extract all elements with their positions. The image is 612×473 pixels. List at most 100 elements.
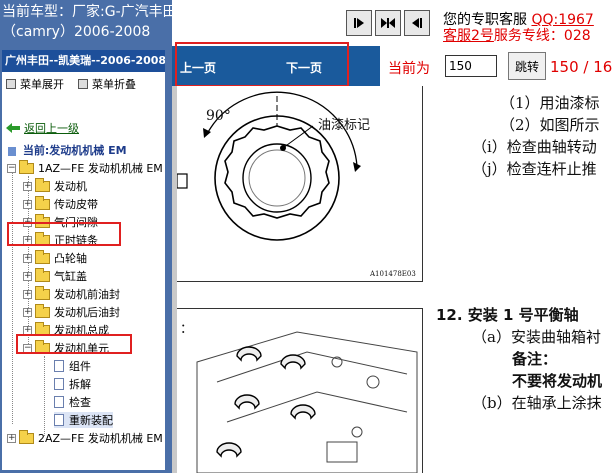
monitor-icon	[8, 146, 16, 156]
tree-subitem-inspection[interactable]: 检查	[54, 394, 91, 410]
sub-a-text: （a）安装曲轴箱衬	[472, 328, 601, 346]
folder-icon	[35, 195, 50, 210]
tree-root-2az[interactable]: + 2AZ—FE 发动机机械 EM	[7, 429, 163, 446]
tree-label: 重新装配	[69, 414, 113, 427]
document-icon	[54, 378, 64, 390]
split-arrows-icon	[381, 18, 395, 28]
customer-service-info: 您的专职客服 QQ:1967 客服2号服务专线：028	[443, 12, 594, 44]
tree-label: 1AZ—FE 发动机机械 EM	[38, 162, 163, 175]
folder-icon	[19, 429, 34, 444]
collapse-label: 菜单折叠	[92, 78, 136, 91]
car-title-line2: （camry）2006-2008	[2, 24, 151, 40]
tree-item-camshaft[interactable]: + 凸轮轴	[23, 249, 87, 266]
tree-label: 发动机	[54, 180, 87, 193]
tree-label: 传动皮带	[54, 198, 98, 211]
highlight-timing-chain	[7, 222, 121, 246]
page-number-input[interactable]	[445, 55, 497, 77]
play-right-icon	[354, 18, 364, 28]
tree-subitem-disassembly[interactable]: 拆解	[54, 376, 91, 392]
page-jump-panel: 当前为 跳转 150 / 162	[380, 46, 612, 86]
sub-b-text: （b）在轴承上涂抹	[472, 394, 602, 412]
back-button[interactable]	[404, 10, 430, 36]
figure-code: A101478E03	[370, 270, 416, 278]
section-title: 12. 安装 1 号平衡轴	[436, 306, 579, 324]
tree-label: 组件	[69, 360, 91, 373]
tree-item-cylinder-head[interactable]: + 气缸盖	[23, 267, 87, 284]
expand-toggle-icon[interactable]: +	[7, 433, 16, 443]
document-icon	[54, 414, 64, 426]
collapse-menu-button[interactable]: 菜单折叠	[78, 76, 136, 92]
service-hotline: 服务专线：028	[493, 28, 591, 44]
expand-toggle-icon[interactable]: +	[23, 199, 32, 209]
tree-label: 凸轮轴	[54, 252, 87, 265]
current-label: 当前:发动机机械 EM	[22, 144, 127, 157]
menu-actions: 菜单展开 菜单折叠	[2, 72, 165, 96]
back-up-label: 返回上一级	[24, 122, 79, 135]
menu-icon	[78, 79, 88, 89]
jump-button[interactable]: 跳转	[508, 52, 546, 80]
sidebar-panel: 广州丰田--凯美瑞--2006-2008 菜单展开 菜单折叠 返回上一级 当前:…	[2, 50, 165, 470]
viewer-left-border	[172, 86, 177, 473]
sidebar: 广州丰田--凯美瑞--2006-2008 菜单展开 菜单折叠 返回上一级 当前:…	[0, 46, 172, 473]
note-label: 备注：	[512, 350, 558, 368]
tree-label: 2AZ—FE 发动机机械 EM	[38, 432, 163, 445]
service-qq-link[interactable]: QQ:1967	[531, 12, 593, 28]
tree-subitem-components[interactable]: 组件	[54, 358, 91, 374]
tree-label: 发动机后油封	[54, 306, 120, 319]
expand-toggle-icon[interactable]: +	[23, 181, 32, 191]
folder-icon	[35, 177, 50, 192]
folder-icon	[35, 285, 50, 300]
tree-label: 发动机前油封	[54, 288, 120, 301]
navigation-buttons	[346, 10, 430, 36]
play-left-icon	[412, 18, 422, 28]
tree-label: 检查	[69, 396, 91, 409]
warning-text: 不要将发动机	[512, 372, 603, 390]
green-arrow-left-icon	[6, 123, 20, 133]
highlight-engine-unit	[16, 334, 132, 354]
paint-mark-label: 油漆标记	[318, 118, 371, 133]
step-1-text: （1）用油漆标	[500, 94, 600, 112]
tree-label: 气缸盖	[54, 270, 87, 283]
folder-icon	[35, 303, 50, 318]
collapse-toggle-icon[interactable]: −	[7, 163, 16, 173]
tree-guide-line	[44, 356, 45, 436]
sidebar-title: 广州丰田--凯美瑞--2006-2008	[2, 50, 165, 72]
document-icon	[54, 396, 64, 408]
highlight-page-nav	[175, 42, 349, 87]
service2-link[interactable]: 客服2号	[443, 28, 494, 44]
app-header: 当前车型：厂家:G-广汽丰田凯美瑞 （camry）2006-2008 您的专职客…	[0, 0, 612, 46]
crankcase-bearings-diagram	[196, 331, 418, 473]
page-count: 150 / 162	[550, 58, 612, 76]
tree-guide-line	[12, 168, 13, 424]
expand-toggle-icon[interactable]: +	[23, 271, 32, 281]
folder-icon	[35, 249, 50, 264]
car-title-line1: 当前车型：厂家:G-广汽丰田凯美瑞	[2, 4, 172, 20]
tree-subitem-reassembly[interactable]: 重新装配	[54, 412, 113, 428]
expand-toggle-icon[interactable]: +	[23, 289, 32, 299]
folder-icon	[35, 267, 50, 282]
tree-item-front-oil-seal[interactable]: + 发动机前油封	[23, 285, 120, 302]
expand-toggle-icon[interactable]: +	[23, 307, 32, 317]
step-2-text: （2）如图所示	[500, 116, 600, 134]
back-up-link[interactable]: 返回上一级	[6, 120, 79, 136]
folder-icon	[19, 159, 34, 174]
expand-label: 菜单展开	[20, 78, 64, 91]
step-j-text: （j）检查连杆止推	[472, 160, 597, 178]
split-view-button[interactable]	[375, 10, 401, 36]
step-i-text: （i）检查曲轴转动	[472, 138, 597, 156]
expand-toggle-icon[interactable]: +	[23, 253, 32, 263]
angle-label: 90°	[206, 108, 231, 124]
document-icon	[54, 360, 64, 372]
car-model-title: 当前车型：厂家:G-广汽丰田凯美瑞 （camry）2006-2008	[0, 0, 172, 46]
tree-root-1az[interactable]: − 1AZ—FE 发动机机械 EM	[7, 159, 163, 176]
tree-item-rear-oil-seal[interactable]: + 发动机后油封	[23, 303, 120, 320]
tree-item-drive-belt[interactable]: + 传动皮带	[23, 195, 98, 212]
current-page-label: 当前为	[388, 61, 430, 77]
tree-item-engine[interactable]: + 发动机	[23, 177, 87, 194]
expand-menu-button[interactable]: 菜单展开	[6, 76, 64, 92]
current-section: 当前:发动机机械 EM	[8, 142, 127, 158]
menu-icon	[6, 79, 16, 89]
service-label: 您的专职客服	[443, 12, 527, 28]
document-viewer: 90° 油漆标记 A101478E03 （1）用油漆标 （2）如图所示 （i）检…	[172, 86, 612, 473]
forward-button[interactable]	[346, 10, 372, 36]
